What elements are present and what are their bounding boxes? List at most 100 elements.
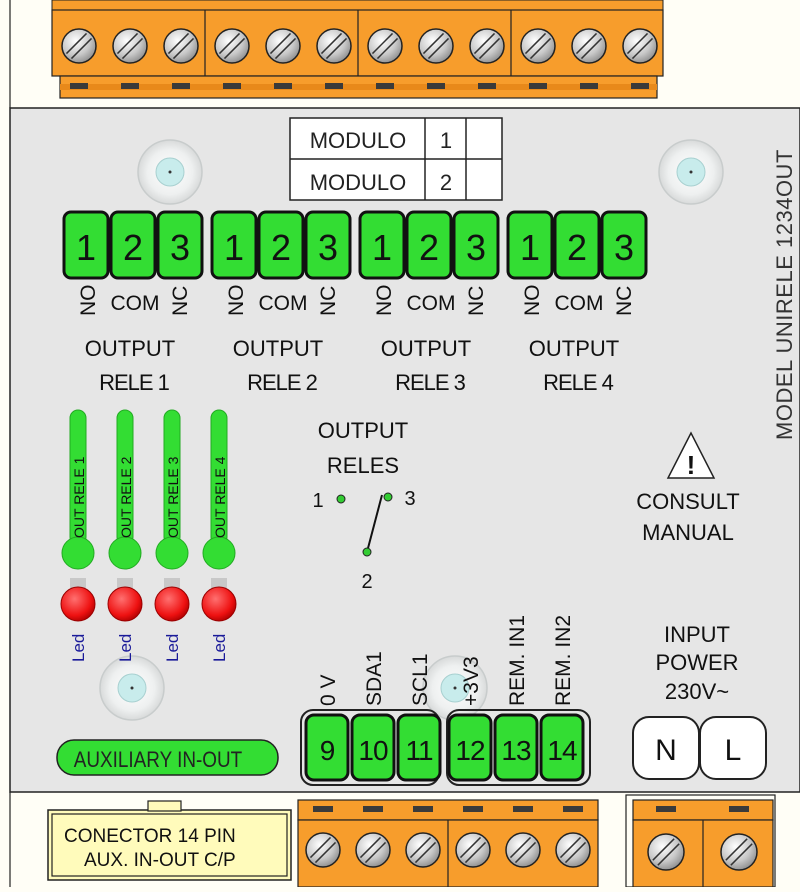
model-label: MODEL UNIRELE 1234OUT [772,149,797,440]
terminal-slot [325,83,343,89]
screw-icon [214,28,250,64]
terminal-slot [413,806,433,812]
terminal-slot [121,83,139,89]
relay-pin-number: 3 [318,227,338,268]
aux-terminal-number: 14 [547,735,577,766]
terminal-slot [376,83,394,89]
terminal-slot [529,83,547,89]
pin-label-com: COM [555,292,604,315]
aux-terminal-label: SCL1 [409,653,432,706]
screw-icon [316,28,352,64]
warning-line1: CONSULT [636,489,740,514]
led-light [60,586,96,622]
screw-icon [405,832,441,868]
screw-icon [305,832,341,868]
aux-label-box: AUXILIARY IN-OUT [56,739,279,776]
rele-label: RELE 2 [247,370,318,395]
screw-icon [367,28,403,64]
aux-terminal-label: 0 V [317,674,340,706]
terminal-slot [631,83,649,89]
terminal-slot [463,806,483,812]
pin-label-no: NO [225,285,248,317]
screw-icon [520,28,556,64]
aux-terminal-number: 12 [455,735,485,766]
switch-pin-3: 3 [404,488,415,510]
terminal-slot [427,83,445,89]
led-light [154,586,190,622]
pin-label-nc: NC [169,286,192,316]
relay-pin-number: 3 [466,227,486,268]
output-label: OUTPUT [529,336,619,361]
relay-pin-number: 1 [76,227,96,268]
aux-terminal-label: +3V3 [460,656,483,706]
relay-pin-number: 3 [170,227,190,268]
screw-icon [265,28,301,64]
switch-pin-2: 2 [361,571,372,593]
terminal-slot [478,83,496,89]
aux-terminal-number: 13 [501,735,531,766]
terminal-slot [563,806,583,812]
terminal-slot [513,806,533,812]
output-label: OUTPUT [85,336,175,361]
led-light [201,586,237,622]
led-bar-label: OUT RELE 2 [118,456,134,538]
relay-pin-number: 2 [567,227,587,268]
screw-icon [555,832,591,868]
screw-icon [647,833,685,871]
aux-label: AUXILIARY IN-OUT [74,748,243,773]
pin-label-no: NO [373,285,396,317]
rele-label: RELE 4 [543,370,614,395]
aux-terminal-number: 11 [405,735,432,766]
relay-pin-number: 1 [372,227,392,268]
bottom-terminal-block [297,794,776,888]
led-bar-label: OUT RELE 1 [71,456,87,538]
aux-terminal-label: SDA1 [363,651,386,706]
screw-icon [163,28,199,64]
led-light [107,586,143,622]
led-bar-label: OUT RELE 4 [212,456,228,538]
pin-label-nc: NC [613,286,636,316]
screw-icon [505,832,541,868]
pin-label-com: COM [111,292,160,315]
power-line2: POWER [655,650,738,675]
switch-pin-1: 1 [312,490,323,512]
pin-label-nc: NC [317,286,340,316]
screw-icon [112,28,148,64]
screw-icon [469,28,505,64]
terminal-slot [223,83,241,89]
terminal-n-label: N [655,734,677,767]
relay-pin-number: 2 [419,227,439,268]
output-label: OUTPUT [233,336,323,361]
aux-terminal-number: 9 [320,735,335,766]
rele-label: RELE 1 [99,370,170,395]
connector-line1: CONECTOR 14 PIN [64,826,236,847]
warning-line2: MANUAL [642,520,734,545]
screw-icon [355,832,391,868]
module-row-2-number: 2 [440,170,452,195]
led-label: Led [116,634,135,662]
module-row-2-label: MODULO [310,170,407,195]
screw-icon [61,28,97,64]
led-label: Led [210,634,229,662]
terminal-l-label: L [725,734,742,767]
terminal-slot [729,806,749,812]
output-reles-line2: RELES [327,453,399,478]
module-table: MODULO 1 MODULO 2 [289,117,503,201]
terminal-slot [172,83,190,89]
rele-label: RELE 3 [395,370,466,395]
connector-line2: AUX. IN-OUT C/P [84,850,236,871]
screw-icon [571,28,607,64]
top-terminal-block [51,0,664,99]
pin-label-no: NO [77,285,100,317]
terminal-slot [656,806,676,812]
led-bar-label: OUT RELE 3 [165,456,181,538]
terminal-slot [580,83,598,89]
relay-pin-number: 2 [123,227,143,268]
terminal-slot [313,806,333,812]
screw-icon [720,833,758,871]
relay-module-diagram: MODULO 1 MODULO 2 MODEL UNIRELE 1234OUT … [9,0,800,888]
module-row-1-label: MODULO [310,128,407,153]
module-row-1-number: 1 [440,128,452,153]
screw-icon [622,28,658,64]
output-label: OUTPUT [381,336,471,361]
